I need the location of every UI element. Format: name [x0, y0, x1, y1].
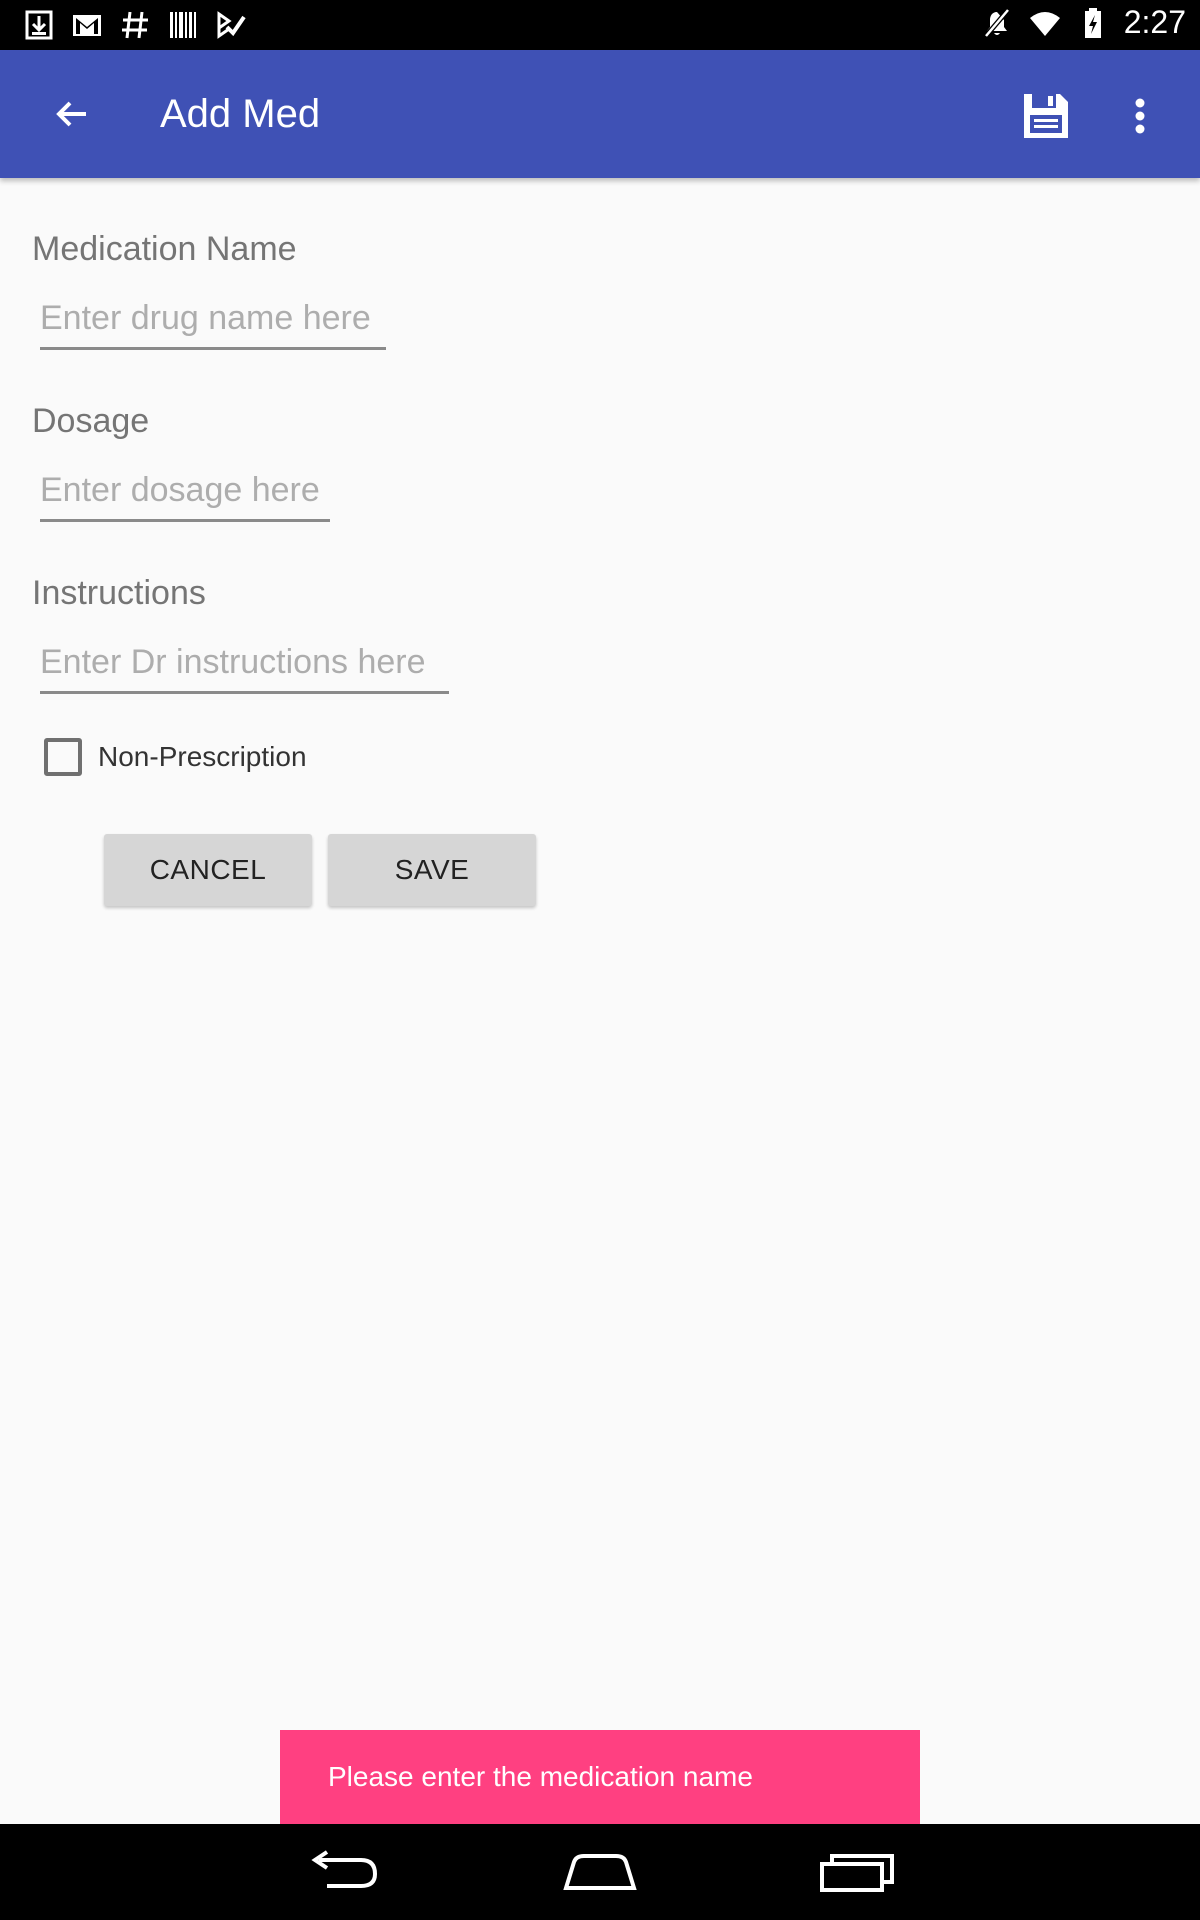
app-bar: Add Med	[0, 50, 1200, 178]
battery-charging-icon	[1076, 6, 1110, 40]
save-icon	[1024, 94, 1068, 138]
status-time: 2:27	[1123, 4, 1186, 40]
back-button[interactable]	[38, 80, 106, 148]
save-toolbar-button[interactable]	[1016, 86, 1076, 146]
nav-recents-button[interactable]	[808, 1838, 908, 1906]
dosage-label: Dosage	[32, 402, 150, 440]
recents-icon	[820, 1854, 894, 1892]
mute-icon	[980, 6, 1014, 40]
hashtag-icon	[118, 8, 152, 42]
page-title: Add Med	[160, 92, 321, 136]
medication-name-label: Medication Name	[32, 230, 297, 268]
non-prescription-checkbox[interactable]	[44, 738, 82, 776]
status-bar: 2:27	[0, 0, 1200, 50]
gmail-icon	[70, 8, 104, 42]
non-prescription-row[interactable]: Non-Prescription	[44, 738, 307, 776]
instructions-label: Instructions	[32, 574, 206, 612]
toast: Please enter the medication name	[280, 1730, 920, 1824]
wifi-icon	[1028, 6, 1062, 40]
cancel-button[interactable]: CANCEL	[104, 834, 312, 906]
instructions-input[interactable]	[40, 634, 449, 694]
dosage-input[interactable]	[40, 462, 330, 522]
nav-home-button[interactable]	[550, 1838, 650, 1906]
arrow-back-icon	[56, 101, 86, 127]
toast-message: Please enter the medication name	[328, 1761, 753, 1792]
barcode-icon	[166, 8, 200, 42]
medication-name-input[interactable]	[40, 290, 386, 350]
non-prescription-label: Non-Prescription	[98, 741, 307, 772]
nav-back-button[interactable]	[293, 1838, 393, 1906]
notification-icons	[22, 8, 248, 42]
more-options-button[interactable]	[1110, 86, 1170, 146]
home-icon	[563, 1854, 637, 1890]
save-button[interactable]: SAVE	[328, 834, 536, 906]
navigation-bar	[0, 1824, 1200, 1920]
download-icon	[22, 8, 56, 42]
back-icon	[311, 1850, 378, 1888]
tasks-icon	[214, 8, 248, 42]
more-vert-icon	[1135, 98, 1145, 134]
system-icons: 2:27	[980, 4, 1186, 41]
